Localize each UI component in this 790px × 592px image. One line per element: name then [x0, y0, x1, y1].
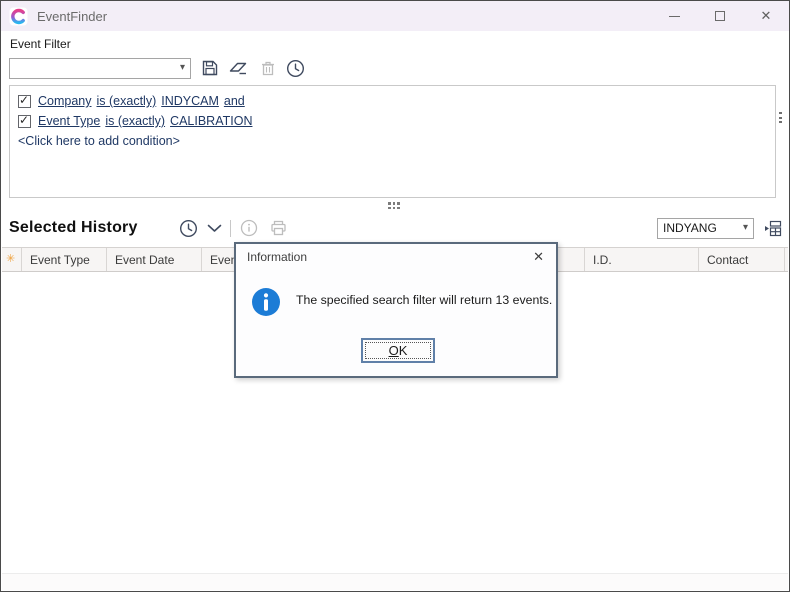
- ok-label-rest: K: [399, 343, 408, 358]
- filter-toolbar: ▾: [9, 57, 305, 79]
- chevron-down-icon: ▾: [743, 223, 748, 233]
- eraser-icon: [229, 60, 249, 76]
- ok-button[interactable]: OK: [361, 338, 435, 363]
- chevron-down-icon: [207, 224, 222, 233]
- minimize-icon: [669, 16, 680, 17]
- condition-conjunction-link[interactable]: and: [224, 94, 245, 108]
- condition-operator-link[interactable]: is (exactly): [97, 94, 157, 108]
- condition-row-event-type: ✓ Event Type is (exactly) CALIBRATION: [18, 111, 767, 131]
- event-filter-label: Event Filter: [10, 37, 71, 51]
- history-toolbar: Selected History: [9, 215, 783, 241]
- save-filter-button[interactable]: [201, 59, 219, 77]
- maximize-icon: [715, 11, 725, 21]
- ok-label-mnemonic: O: [389, 343, 399, 358]
- layout-combobox[interactable]: INDYANG ▾: [657, 218, 754, 239]
- check-icon: ✓: [19, 93, 29, 107]
- condition-field-link[interactable]: Event Type: [38, 114, 100, 128]
- dialog-title-bar: Information ✕: [236, 244, 556, 268]
- clock-icon: [286, 59, 305, 78]
- trash-icon: [260, 60, 276, 77]
- panel-resize-grip-vertical[interactable]: [779, 112, 782, 123]
- print-button: [269, 219, 288, 237]
- clock-icon: [179, 219, 198, 238]
- column-header-event-date[interactable]: Event Date: [107, 248, 202, 271]
- dialog-title: Information: [247, 250, 307, 264]
- info-circle-icon: [251, 287, 281, 317]
- printer-icon: [269, 219, 288, 237]
- condition-checkbox-company[interactable]: ✓: [18, 95, 31, 108]
- app-logo-icon: [9, 7, 28, 26]
- row-indicator-header: ✳: [2, 248, 22, 271]
- delete-filter-button: [260, 60, 276, 77]
- condition-field-link[interactable]: Company: [38, 94, 92, 108]
- condition-operator-link[interactable]: is (exactly): [105, 114, 165, 128]
- filter-history-button[interactable]: [286, 59, 305, 78]
- history-time-button[interactable]: [179, 219, 198, 238]
- toolbar-separator: [230, 220, 231, 237]
- maximize-button[interactable]: [697, 1, 743, 31]
- window-controls: ✕: [651, 1, 789, 31]
- field-chooser-button[interactable]: [762, 219, 783, 238]
- save-icon: [201, 59, 219, 77]
- condition-value-link[interactable]: CALIBRATION: [170, 114, 252, 128]
- condition-checkbox-event-type[interactable]: ✓: [18, 115, 31, 128]
- title-bar: EventFinder ✕: [1, 1, 789, 31]
- condition-value-link[interactable]: INDYCAM: [161, 94, 219, 108]
- minimize-button[interactable]: [651, 1, 697, 31]
- column-header-event-type[interactable]: Event Type: [22, 248, 107, 271]
- close-button[interactable]: ✕: [743, 1, 789, 31]
- dialog-message: The specified search filter will return …: [296, 293, 552, 307]
- layout-combo-value: INDYANG: [663, 221, 717, 235]
- filter-conditions-panel: ✓ Company is (exactly) INDYCAM and ✓ Eve…: [9, 85, 776, 198]
- status-strip: [2, 573, 788, 590]
- selected-history-heading: Selected History: [9, 219, 138, 237]
- column-header-id[interactable]: I.D.: [585, 248, 699, 271]
- indicator-star-icon: ✳: [6, 253, 15, 265]
- column-header-contact[interactable]: Contact: [699, 248, 785, 271]
- eventfinder-window: EventFinder ✕ Event Filter ▾: [0, 0, 790, 592]
- information-dialog: Information ✕ The specified search filte…: [234, 242, 558, 378]
- filter-preset-combobox[interactable]: ▾: [9, 58, 191, 79]
- field-chooser-icon: [762, 219, 783, 238]
- clear-filter-button[interactable]: [229, 60, 249, 76]
- splitter-grip[interactable]: [388, 202, 400, 209]
- event-info-button: [240, 219, 258, 237]
- window-title: EventFinder: [37, 9, 107, 24]
- column-header-filler: [785, 248, 790, 271]
- close-icon: ✕: [761, 8, 772, 24]
- chevron-down-icon: ▾: [180, 63, 185, 73]
- add-condition-link[interactable]: <Click here to add condition>: [18, 134, 180, 148]
- info-icon: [240, 219, 258, 237]
- dialog-close-button[interactable]: ✕: [531, 249, 546, 265]
- history-dropdown-button[interactable]: [207, 224, 222, 233]
- condition-row-company: ✓ Company is (exactly) INDYCAM and: [18, 91, 767, 111]
- check-icon: ✓: [19, 113, 29, 127]
- dialog-body: The specified search filter will return …: [236, 268, 556, 376]
